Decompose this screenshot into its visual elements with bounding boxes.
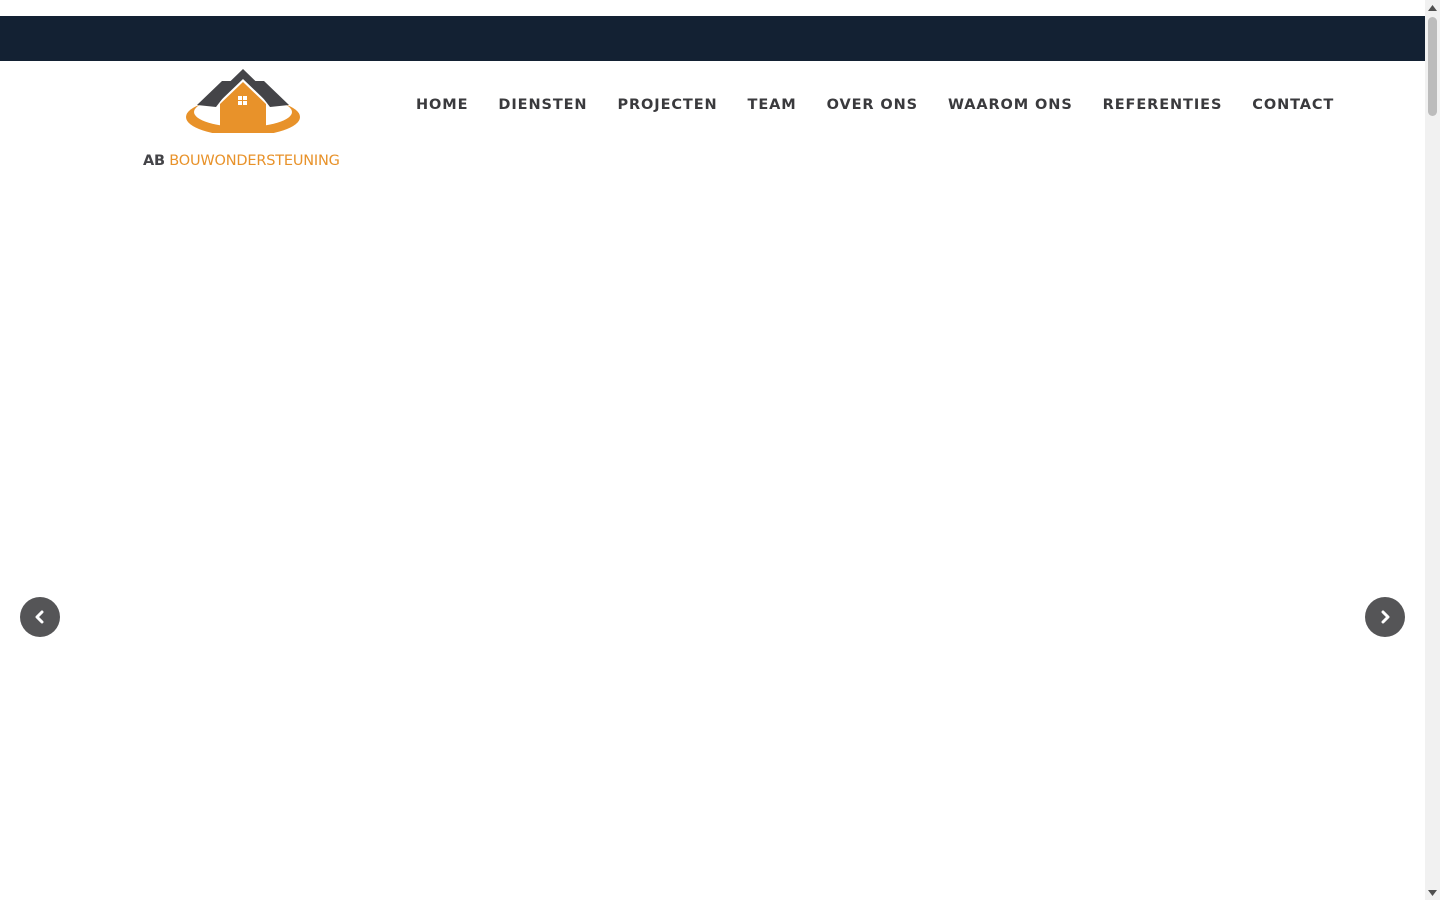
scroll-up-arrow-icon[interactable] [1425,0,1440,15]
logo-text: AB BOUWONDERSTEUNING [143,153,340,169]
scroll-down-arrow-icon[interactable] [1425,885,1440,900]
nav-item-projecten[interactable]: PROJECTEN [602,89,732,121]
chevron-left-icon [35,610,44,624]
nav-item-over-ons[interactable]: OVER ONS [812,89,933,121]
site-header: AB BOUWONDERSTEUNING HOME DIENSTEN PROJE… [0,61,1425,171]
hero-slider [0,171,1425,900]
nav-item-diensten[interactable]: DIENSTEN [483,89,602,121]
top-bar [0,16,1425,61]
page: AB BOUWONDERSTEUNING HOME DIENSTEN PROJE… [0,0,1440,900]
nav-item-home[interactable]: HOME [401,89,483,121]
chevron-right-icon [1381,610,1390,624]
logo-brand-name: BOUWONDERSTEUNING [169,153,340,169]
slider-prev-button[interactable] [20,597,60,637]
top-strip [0,0,1425,16]
main-nav: HOME DIENSTEN PROJECTEN TEAM OVER ONS WA… [401,89,1349,121]
logo-prefix: AB [143,153,165,169]
nav-item-waarom-ons[interactable]: WAAROM ONS [933,89,1088,121]
nav-item-contact[interactable]: CONTACT [1237,89,1349,121]
house-logo-icon [186,69,300,136]
nav-item-team[interactable]: TEAM [733,89,812,121]
nav-item-referenties[interactable]: REFERENTIES [1088,89,1238,121]
site-logo[interactable]: AB BOUWONDERSTEUNING [140,67,350,171]
scrollbar-thumb[interactable] [1428,17,1437,116]
page-scrollbar[interactable] [1425,0,1440,900]
slider-next-button[interactable] [1365,597,1405,637]
